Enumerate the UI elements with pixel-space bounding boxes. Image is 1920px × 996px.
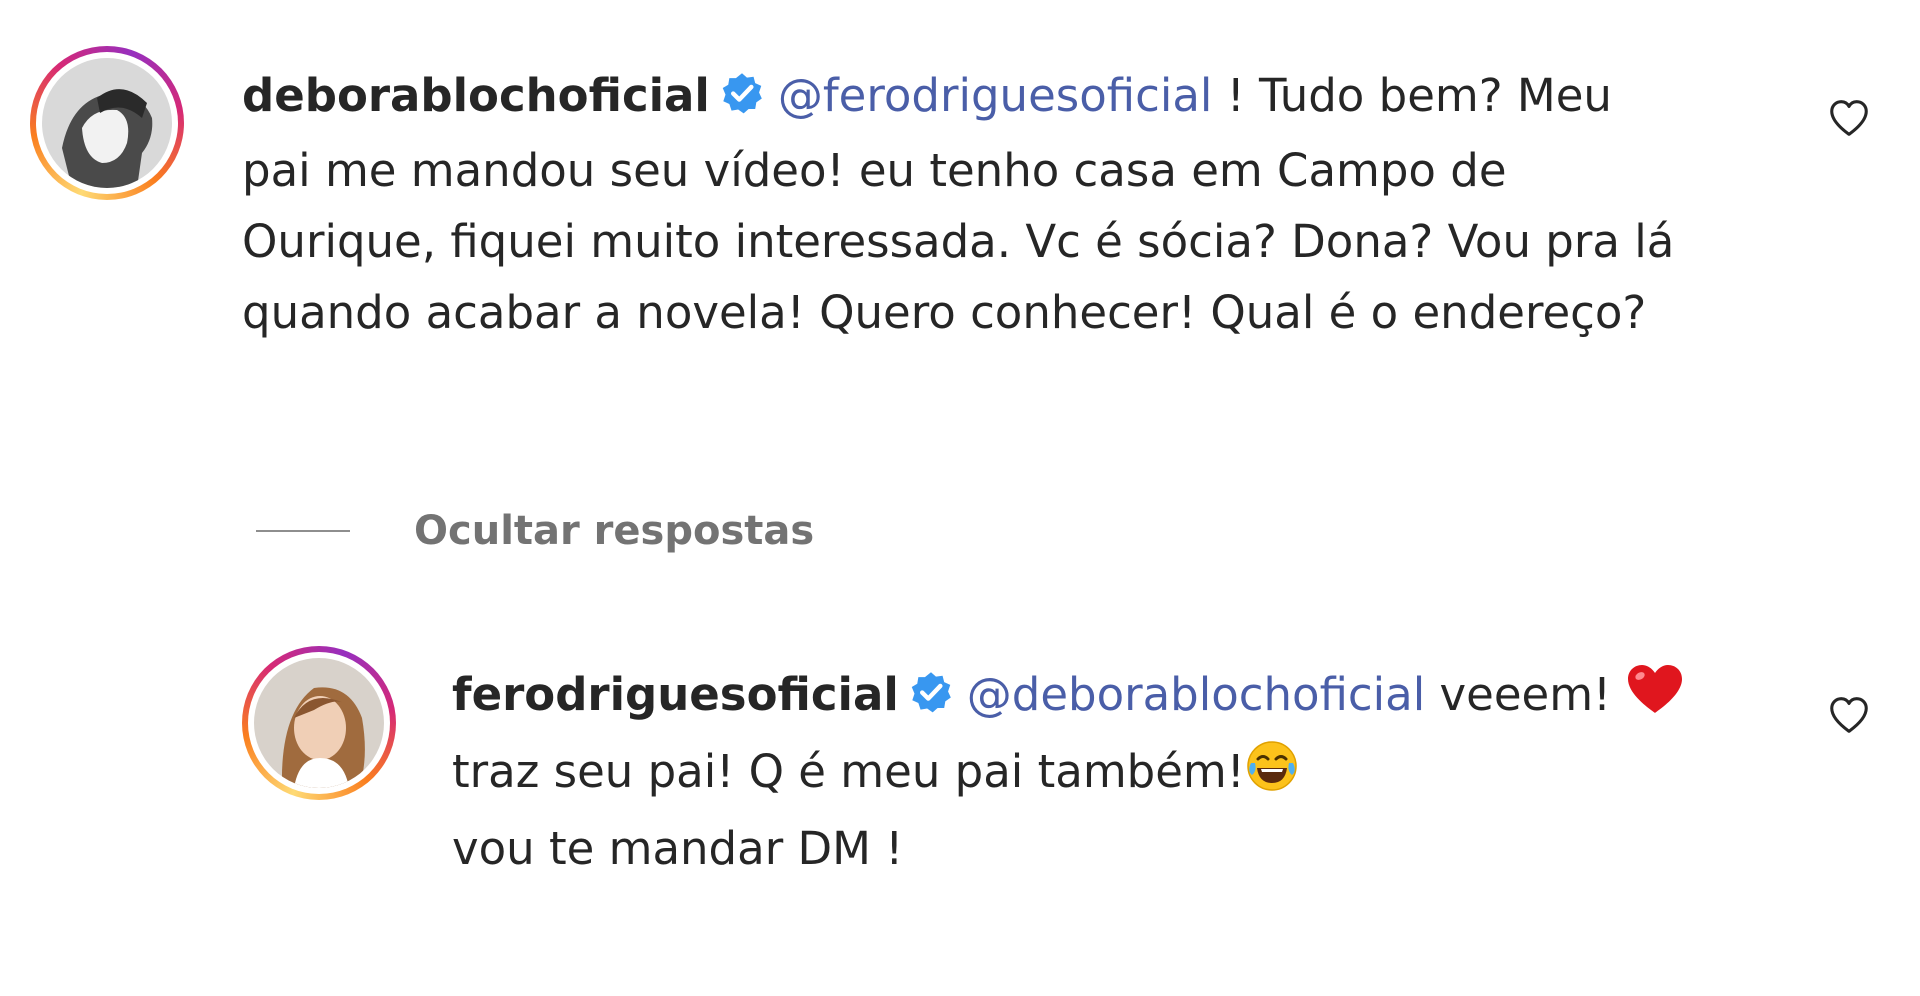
mention-link[interactable]: @deborablochoficial bbox=[967, 668, 1425, 721]
reply-line: veeem! bbox=[1425, 668, 1626, 721]
replies-divider bbox=[256, 530, 350, 532]
profile-photo bbox=[42, 58, 172, 188]
hide-replies-label: Ocultar respostas bbox=[414, 508, 815, 554]
comment-line: quando acabar a novela! Quero conhecer! … bbox=[242, 286, 1647, 339]
reply-line: vou te mandar DM ! bbox=[452, 822, 904, 875]
comment-body: deborablochoficial @ferodriguesoficial ! … bbox=[242, 60, 1674, 348]
comment-line: pai me mandou seu vídeo! eu tenho casa e… bbox=[242, 144, 1507, 197]
comment-line: ! Tudo bem? Meu bbox=[1212, 69, 1612, 122]
reply-username[interactable]: ferodriguesoficial bbox=[452, 668, 899, 721]
hide-replies-button[interactable]: Ocultar respostas bbox=[256, 508, 814, 554]
verified-badge-icon bbox=[720, 64, 764, 135]
verified-badge-icon bbox=[909, 663, 953, 734]
comment-username[interactable]: deborablochoficial bbox=[242, 69, 710, 122]
avatar-deborablochoficial[interactable] bbox=[30, 46, 184, 200]
avatar-ferodriguesoficial[interactable] bbox=[242, 646, 396, 800]
reply-line: traz seu pai! Q é meu pai também! bbox=[452, 745, 1245, 798]
like-heart-icon[interactable] bbox=[1826, 95, 1872, 141]
comment-line: Ourique, fiquei muito interessada. Vc é … bbox=[242, 215, 1675, 268]
reply-body: ferodriguesoficial @deborablochoficial ve… bbox=[452, 659, 1685, 884]
like-heart-icon[interactable] bbox=[1826, 692, 1872, 738]
comments-panel: deborablochoficial @ferodriguesoficial ! … bbox=[0, 0, 1920, 996]
red-heart-icon bbox=[1625, 662, 1685, 736]
profile-photo bbox=[254, 658, 384, 788]
tears-of-joy-icon bbox=[1245, 739, 1299, 813]
mention-link[interactable]: @ferodriguesoficial bbox=[778, 69, 1213, 122]
